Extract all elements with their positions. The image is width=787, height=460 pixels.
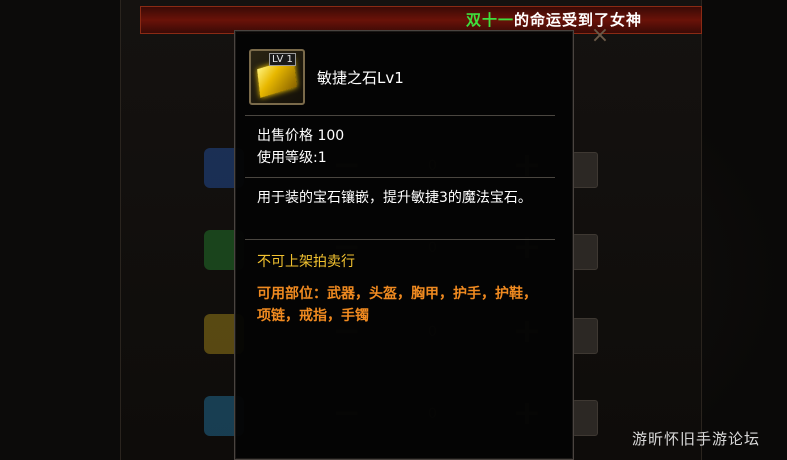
item-description: 用于装的宝石镶嵌，提升敏捷3的魔法宝石。 — [257, 190, 532, 206]
divider — [245, 239, 555, 240]
announcement-text: 双十一的命运受到了女神 — [466, 9, 656, 29]
left-background — [0, 0, 120, 460]
divider — [245, 115, 555, 116]
close-icon[interactable]: × — [588, 24, 612, 48]
agility-gem-icon: LV 1 — [249, 49, 305, 105]
forum-watermark: 游昕怀旧手游论坛 — [632, 430, 761, 448]
stepper-handle[interactable] — [572, 400, 598, 436]
item-name: 敏捷之石Lv1 — [317, 69, 404, 87]
divider — [245, 177, 555, 178]
stepper-handle[interactable] — [572, 234, 598, 270]
announcement-highlight: 双十一 — [466, 11, 515, 29]
level-badge: LV 1 — [269, 53, 296, 66]
stepper-handle[interactable] — [572, 318, 598, 354]
stepper-handle[interactable] — [572, 152, 598, 188]
equip-slots: 可用部位：武器，头盔，胸甲，护手，护鞋，项链，戒指，手镯 — [257, 286, 537, 324]
item-tooltip: LV 1 敏捷之石Lv1 出售价格 100 使用等级:1 用于装的宝石镶嵌，提升… — [234, 30, 574, 460]
auction-restriction: 不可上架拍卖行 — [257, 254, 355, 270]
announcement-rest: 的命运受到了女神 — [514, 11, 643, 29]
use-level: 使用等级:1 — [257, 150, 327, 166]
sell-price: 出售价格 100 — [257, 128, 345, 144]
